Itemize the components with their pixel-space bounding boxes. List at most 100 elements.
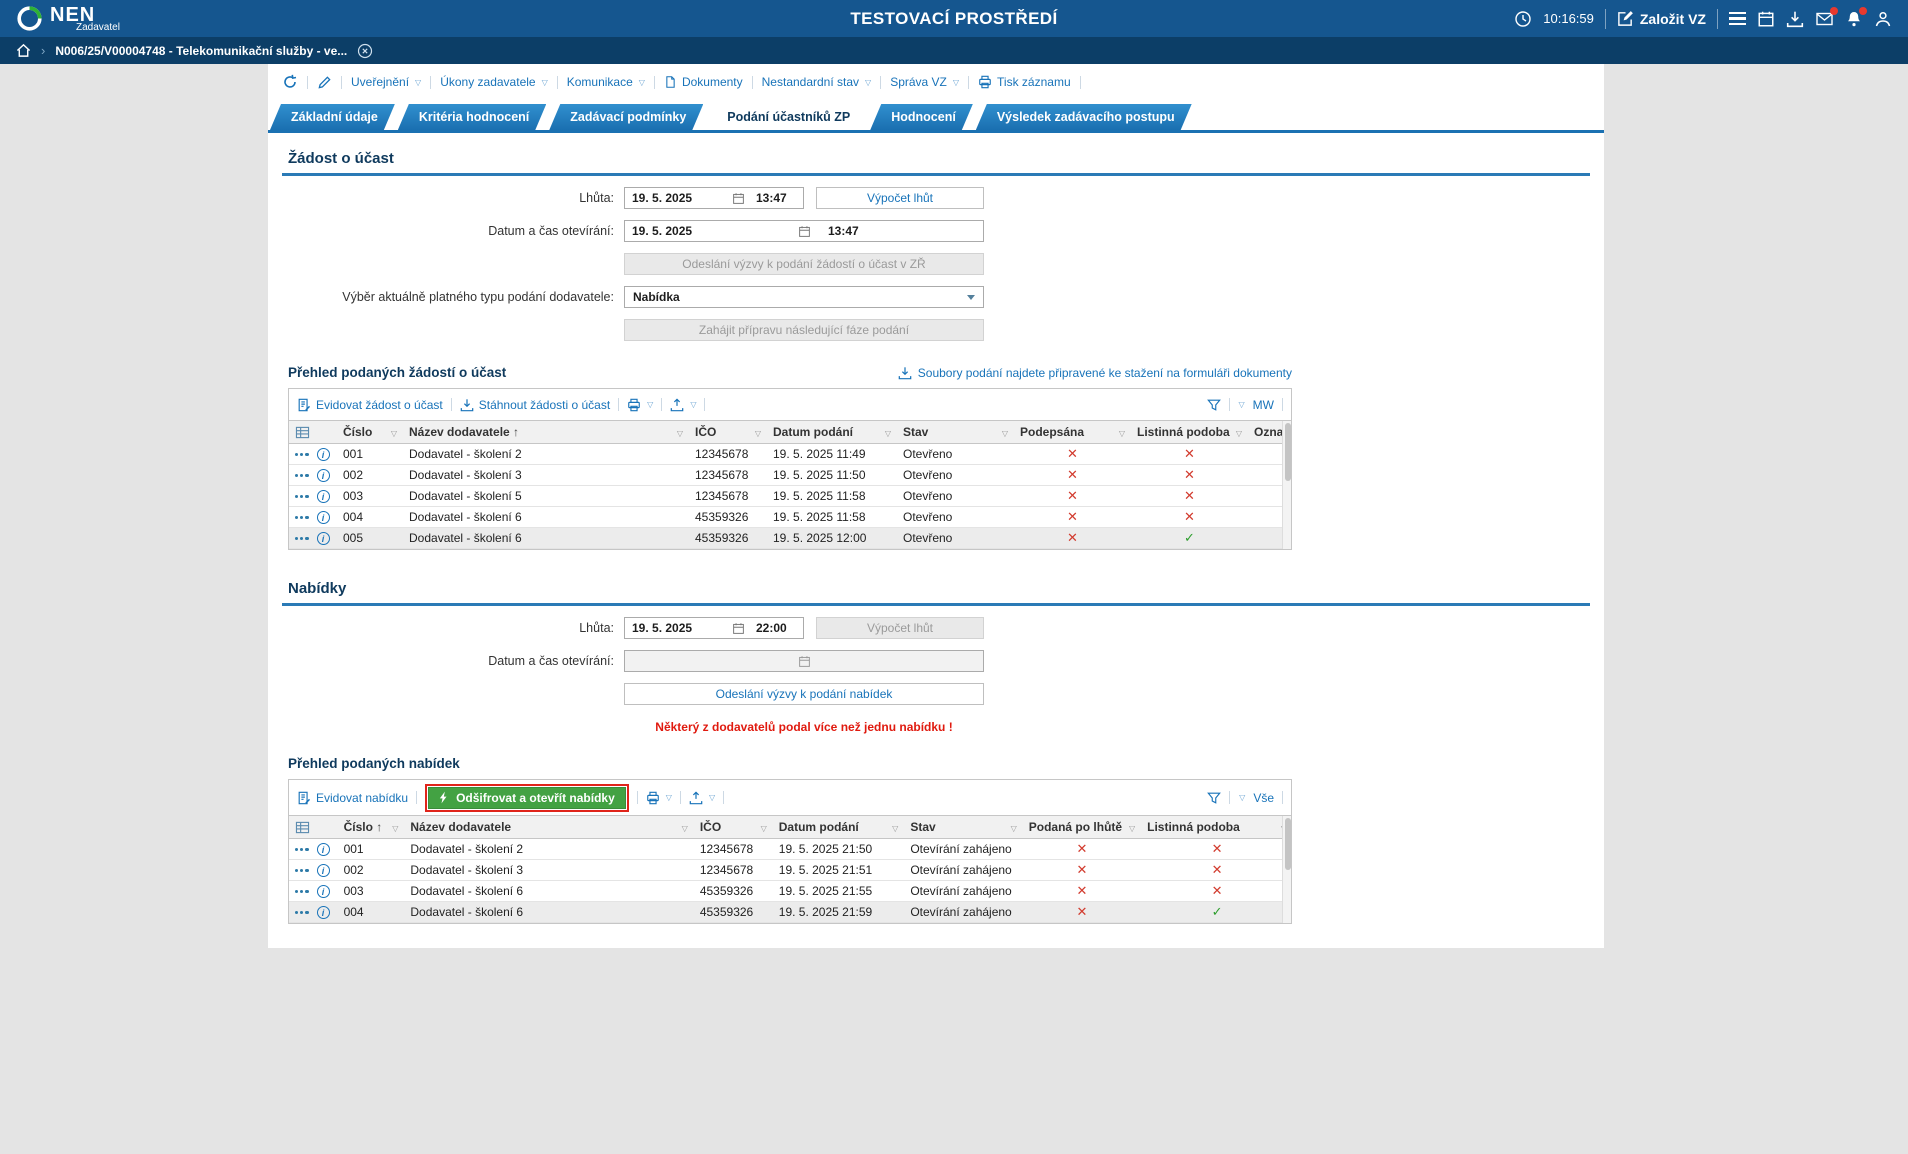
calc-deadlines-button[interactable]: Výpočet lhůt <box>816 187 984 209</box>
row-info-icon[interactable]: i <box>317 864 330 877</box>
column-header[interactable]: ▽Název dodavatele ↑ <box>403 421 689 444</box>
filter-caret-icon[interactable]: ▽ <box>885 429 891 438</box>
chevron-down-icon[interactable]: ▽ <box>1239 793 1245 802</box>
row-info-icon[interactable]: i <box>317 532 330 545</box>
row-menu-icon[interactable] <box>295 516 309 519</box>
menu-icon[interactable] <box>1729 12 1746 25</box>
download-icon[interactable] <box>1786 10 1804 28</box>
deadline-time-value[interactable]: 13:47 <box>750 191 796 205</box>
row-info-icon[interactable]: i <box>317 448 330 461</box>
tab-kriteria-hodnoceni[interactable]: Kritéria hodnocení <box>398 104 546 130</box>
column-header[interactable]: ▽IČO <box>694 816 773 839</box>
row-info-icon[interactable]: i <box>317 511 330 524</box>
table-row[interactable]: i004Dodavatel - školení 64535932619. 5. … <box>289 902 1292 923</box>
submission-files-link[interactable]: Soubory podání najdete připravené ke sta… <box>898 366 1292 380</box>
export-table-button[interactable]: ▽ <box>670 398 696 412</box>
filter-caret-icon[interactable]: ▽ <box>677 429 683 438</box>
edit-icon[interactable] <box>317 75 332 90</box>
row-menu-icon[interactable] <box>295 848 309 851</box>
offers-opening-datetime-input[interactable] <box>624 650 984 672</box>
table-row[interactable]: i001Dodavatel - školení 21234567819. 5. … <box>289 444 1292 465</box>
column-header[interactable]: ▽Datum podání <box>767 421 897 444</box>
table-row[interactable]: i002Dodavatel - školení 31234567819. 5. … <box>289 465 1292 486</box>
filter-icon[interactable] <box>1207 791 1221 805</box>
row-info-icon[interactable]: i <box>317 885 330 898</box>
table-scrollbar[interactable] <box>1282 421 1291 549</box>
breadcrumb[interactable]: N006/25/V00004748 - Telekomunikační služ… <box>55 44 347 58</box>
print-table-button[interactable]: ▽ <box>627 398 653 412</box>
send-call-offers-button[interactable]: Odeslání výzvy k podání nabídek <box>624 683 984 705</box>
row-menu-icon[interactable] <box>295 474 309 477</box>
table-scrollbar[interactable] <box>1282 816 1291 923</box>
filter-caret-icon[interactable]: ▽ <box>682 824 688 833</box>
calendar-icon[interactable] <box>798 655 811 668</box>
tab-zadavaci-podminky[interactable]: Zadávací podmínky <box>549 104 703 130</box>
column-header[interactable]: ▽Listinná podoba <box>1141 816 1292 839</box>
table-row[interactable]: i002Dodavatel - školení 31234567819. 5. … <box>289 860 1292 881</box>
row-info-icon[interactable]: i <box>317 490 330 503</box>
grid-icon[interactable] <box>295 426 331 439</box>
opening-date-value[interactable]: 19. 5. 2025 <box>632 224 692 238</box>
table-row[interactable]: i004Dodavatel - školení 64535932619. 5. … <box>289 507 1292 528</box>
filter-caret-icon[interactable]: ▽ <box>1011 824 1017 833</box>
deadline-datetime-input[interactable]: 19. 5. 2025 13:47 <box>624 187 804 209</box>
row-menu-icon[interactable] <box>295 890 309 893</box>
row-info-icon[interactable]: i <box>317 843 330 856</box>
offers-deadline-datetime-input[interactable]: 19. 5. 2025 22:00 <box>624 617 804 639</box>
column-header[interactable]: ▽Stav <box>904 816 1022 839</box>
table-row[interactable]: i003Dodavatel - školení 64535932619. 5. … <box>289 881 1292 902</box>
column-header[interactable]: ▽Stav <box>897 421 1014 444</box>
column-header[interactable]: ▽IČO <box>689 421 767 444</box>
chevron-down-icon[interactable]: ▽ <box>1239 400 1245 409</box>
filter-caret-icon[interactable]: ▽ <box>1129 824 1135 833</box>
close-icon[interactable] <box>357 43 373 59</box>
bell-icon[interactable] <box>1845 10 1863 28</box>
export-table-button[interactable]: ▽ <box>689 791 715 805</box>
filter-caret-icon[interactable]: ▽ <box>1002 429 1008 438</box>
table-row[interactable]: i005Dodavatel - školení 64535932619. 5. … <box>289 528 1292 549</box>
menu-tisk-zaznamu[interactable]: Tisk záznamu <box>978 75 1071 89</box>
column-header[interactable]: ▽Číslo <box>337 421 403 444</box>
column-header[interactable]: ▽Listinná podoba <box>1131 421 1248 444</box>
column-header[interactable]: ▽Podepsána <box>1014 421 1131 444</box>
menu-nestandardni-stav[interactable]: Nestandardní stav▽ <box>762 75 872 89</box>
column-header[interactable]: ▽Číslo ↑ <box>338 816 405 839</box>
tab-zakladni-udaje[interactable]: Základní údaje <box>270 104 395 130</box>
mail-icon[interactable] <box>1815 10 1834 28</box>
filter-caret-icon[interactable]: ▽ <box>761 824 767 833</box>
filter-caret-icon[interactable]: ▽ <box>892 824 898 833</box>
deadline-date-value[interactable]: 19. 5. 2025 <box>632 191 727 205</box>
row-menu-icon[interactable] <box>295 911 309 914</box>
register-offer-link[interactable]: Evidovat nabídku <box>297 791 408 805</box>
filter-caret-icon[interactable]: ▽ <box>391 429 397 438</box>
decrypt-open-offers-button[interactable]: Odšifrovat a otevřít nabídky <box>428 787 626 809</box>
row-menu-icon[interactable] <box>295 869 309 872</box>
tab-podani-ucastniku-zp[interactable]: Podání účastníků ZP <box>706 104 867 130</box>
download-requests-link[interactable]: Stáhnout žádosti o účast <box>460 398 610 412</box>
calendar-icon[interactable] <box>798 225 811 238</box>
filter-caret-icon[interactable]: ▽ <box>1236 429 1242 438</box>
refresh-icon[interactable] <box>282 74 298 90</box>
create-vz-button[interactable]: Založit VZ <box>1617 10 1706 27</box>
menu-uverejneni[interactable]: Uveřejnění▽ <box>351 75 421 89</box>
filter-caret-icon[interactable]: ▽ <box>1119 429 1125 438</box>
row-info-icon[interactable]: i <box>317 469 330 482</box>
view-selector[interactable]: Vše <box>1253 791 1274 805</box>
calendar-icon[interactable] <box>732 622 745 635</box>
filter-icon[interactable] <box>1207 398 1221 412</box>
tab-hodnoceni[interactable]: Hodnocení <box>870 104 973 130</box>
menu-dokumenty[interactable]: Dokumenty <box>664 75 743 89</box>
view-selector[interactable]: MW <box>1253 398 1274 412</box>
opening-time-value[interactable]: 13:47 <box>816 224 976 238</box>
calendar-icon[interactable] <box>732 192 745 205</box>
menu-ukony-zadavatele[interactable]: Úkony zadavatele▽ <box>440 75 548 89</box>
home-icon[interactable] <box>16 43 31 58</box>
opening-datetime-input[interactable]: 19. 5. 2025 13:47 <box>624 220 984 242</box>
table-row[interactable]: i001Dodavatel - školení 21234567819. 5. … <box>289 839 1292 860</box>
calendar-icon[interactable] <box>1757 10 1775 28</box>
table-row[interactable]: i003Dodavatel - školení 51234567819. 5. … <box>289 486 1292 507</box>
print-table-button[interactable]: ▽ <box>646 791 672 805</box>
column-header[interactable]: ▽Datum podání <box>773 816 905 839</box>
row-menu-icon[interactable] <box>295 495 309 498</box>
filter-caret-icon[interactable]: ▽ <box>755 429 761 438</box>
